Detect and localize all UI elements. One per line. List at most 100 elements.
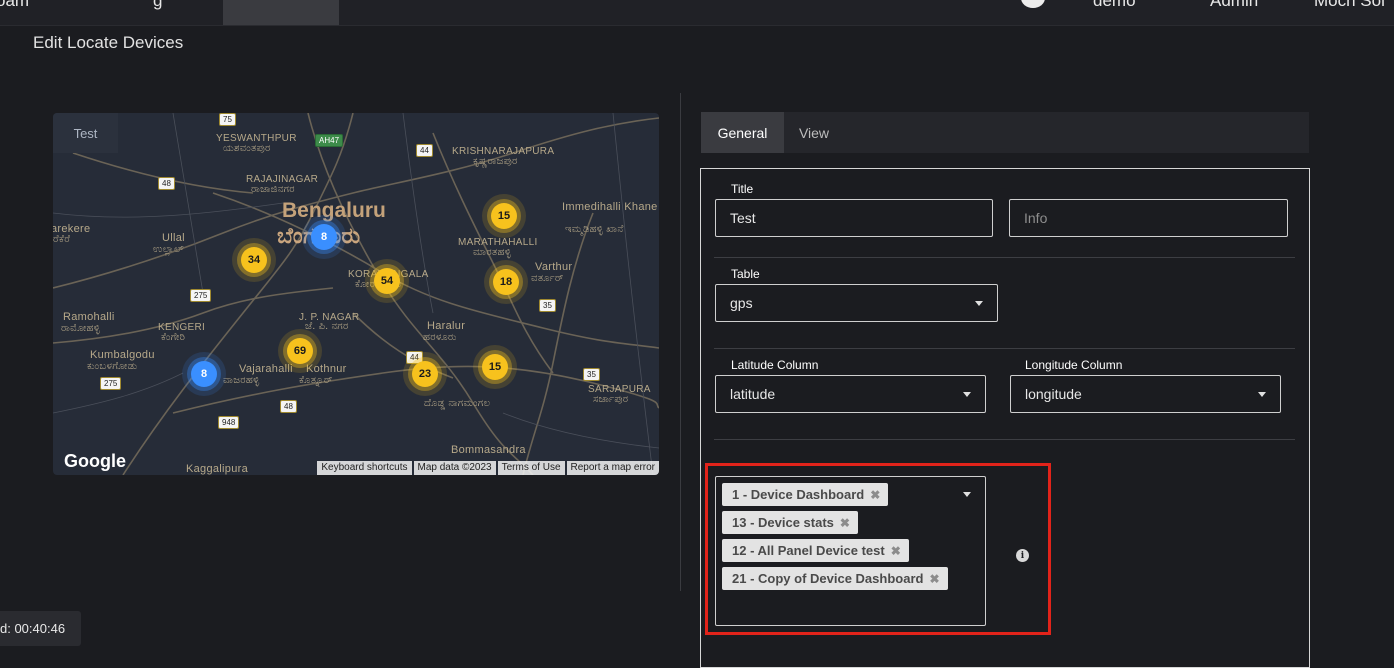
map-place-local: ಸರ್ಜಾಪುರ bbox=[593, 394, 629, 405]
map-place-local: ಕುಂಬಳಗೋಡು bbox=[87, 361, 138, 372]
nav-item-admin[interactable]: Admin bbox=[1210, 0, 1258, 11]
table-value: gps bbox=[730, 295, 753, 311]
device-cluster-marker[interactable]: 69 bbox=[287, 338, 313, 364]
dashboard-chip-label: 21 - Copy of Device Dashboard bbox=[732, 571, 924, 586]
latitude-column-select[interactable]: latitude bbox=[715, 375, 986, 413]
remove-chip-icon[interactable]: ✖ bbox=[891, 544, 901, 558]
top-nav-bar: oam g demo Admin Moch Sol bbox=[0, 0, 1394, 26]
map-place-local: ದೊಡ್ಡ ನಾಗಮಂಗಲ bbox=[424, 398, 491, 409]
tab-view[interactable]: View bbox=[784, 112, 844, 153]
remove-chip-icon[interactable]: ✖ bbox=[929, 572, 939, 586]
editor-tabs: General View bbox=[701, 112, 1309, 153]
info-field[interactable]: Info bbox=[1009, 199, 1288, 237]
title-field[interactable]: Test bbox=[715, 199, 993, 237]
map-place-local: ಕೊತ್ನೂರ್ bbox=[299, 375, 333, 386]
longitude-label: Longitude Column bbox=[1022, 358, 1126, 372]
nav-item-demo[interactable]: demo bbox=[1093, 0, 1136, 11]
section-divider bbox=[714, 348, 1295, 349]
keyboard-shortcuts-link[interactable]: Keyboard shortcuts bbox=[317, 461, 412, 475]
dashboard-chip: 12 - All Panel Device test ✖ bbox=[722, 539, 909, 562]
device-cluster-marker[interactable]: 54 bbox=[374, 268, 400, 294]
terms-of-use-link[interactable]: Terms of Use bbox=[497, 461, 565, 475]
map-attribution: Keyboard shortcuts Map data ©2023 Terms … bbox=[315, 461, 659, 475]
nav-item-user[interactable]: Moch Sol bbox=[1314, 0, 1385, 11]
google-logo: Google bbox=[64, 451, 126, 471]
map-place-local: ಉಲ್ಲಾಲ್ bbox=[153, 244, 185, 255]
dashboard-chip-label: 1 - Device Dashboard bbox=[732, 487, 865, 502]
chevron-down-icon[interactable] bbox=[963, 492, 971, 497]
dashboard-chip-label: 12 - All Panel Device test bbox=[732, 543, 885, 558]
map-place-local: ಕೃಷ್ಣರಾಜಪುರ bbox=[473, 156, 518, 167]
nav-item-middle[interactable]: g bbox=[153, 0, 162, 11]
table-label: Table bbox=[728, 267, 763, 281]
road-shield: 48 bbox=[158, 177, 175, 190]
road-shield: 948 bbox=[218, 416, 240, 429]
longitude-value: longitude bbox=[1025, 386, 1082, 402]
tab-general[interactable]: General bbox=[701, 112, 784, 153]
map-place: Ullal bbox=[162, 232, 185, 244]
map-place: Vajarahalli bbox=[239, 363, 293, 375]
map-tab-test[interactable]: Test bbox=[53, 113, 118, 153]
device-cluster-marker[interactable]: 8 bbox=[311, 224, 337, 250]
dashboard-chip: 21 - Copy of Device Dashboard ✖ bbox=[722, 567, 948, 590]
remove-chip-icon[interactable]: ✖ bbox=[840, 516, 850, 530]
device-cluster-marker[interactable]: 34 bbox=[241, 247, 267, 273]
map-panel[interactable]: Test YESWANTHPUR ಯಶವಂತಪುರ RAJAJINAGAR ರಾ… bbox=[53, 113, 659, 475]
map-place-local: ಹರಳೂರು bbox=[423, 332, 457, 343]
dashboard-chip-label: 13 - Device stats bbox=[732, 515, 834, 530]
device-cluster-marker[interactable]: 15 bbox=[491, 203, 517, 229]
info-icon[interactable]: i bbox=[1016, 549, 1029, 562]
info-placeholder: Info bbox=[1024, 210, 1048, 226]
map-place-local: ವರ್ತೂರ್ bbox=[531, 273, 564, 284]
map-place: Haralur bbox=[427, 320, 466, 332]
map-place: Bommasandra bbox=[451, 444, 526, 456]
road-shield: 75 bbox=[219, 113, 236, 126]
map-place: Kumbalgodu bbox=[90, 349, 155, 361]
chevron-down-icon bbox=[963, 392, 971, 397]
section-divider bbox=[714, 439, 1295, 440]
road-shield: 275 bbox=[190, 289, 212, 302]
map-place: Immedihalli Khane bbox=[562, 201, 658, 213]
map-place-local: ರಾಜಾಜಿನಗರ bbox=[251, 184, 295, 195]
map-place: Kaggalipura bbox=[186, 463, 249, 475]
nav-active-tab[interactable] bbox=[223, 0, 339, 25]
section-divider bbox=[714, 257, 1295, 258]
map-place-local: ರಾಮೋಹಳ್ಳಿ bbox=[61, 323, 101, 334]
road-shield: 275 bbox=[100, 377, 122, 390]
vertical-divider bbox=[680, 93, 681, 591]
road-shield: 44 bbox=[416, 144, 433, 157]
device-cluster-marker[interactable]: 15 bbox=[482, 354, 508, 380]
latitude-label: Latitude Column bbox=[728, 358, 822, 372]
map-place: Kothnur bbox=[306, 363, 347, 375]
nav-item-left[interactable]: oam bbox=[0, 0, 29, 11]
road-shield: AH47 bbox=[315, 134, 344, 147]
device-cluster-marker[interactable]: 8 bbox=[191, 361, 217, 387]
map-place-local: ಯಶವಂತಪುರ bbox=[223, 143, 271, 154]
page-title: Edit Locate Devices bbox=[33, 33, 184, 52]
table-select[interactable]: gps bbox=[715, 284, 998, 322]
road-shield: 48 bbox=[280, 400, 297, 413]
map-place-local: ಇಮ್ಮಡಿಹಳ್ಳಿ ಖಾನೆ bbox=[565, 224, 624, 235]
latitude-value: latitude bbox=[730, 386, 776, 402]
session-timer: d: 00:40:46 bbox=[0, 611, 81, 646]
title-value: Test bbox=[730, 210, 756, 226]
map-data-label: Map data ©2023 bbox=[413, 461, 496, 475]
map-place: Varthur bbox=[535, 261, 573, 273]
dashboard-multiselect[interactable]: 1 - Device Dashboard ✖ 13 - Device stats… bbox=[715, 476, 986, 626]
chevron-down-icon bbox=[1258, 392, 1266, 397]
report-map-error-link[interactable]: Report a map error bbox=[566, 461, 659, 475]
dashboard-chip: 13 - Device stats ✖ bbox=[722, 511, 858, 534]
road-shield: 35 bbox=[583, 368, 600, 381]
device-cluster-marker[interactable]: 23 bbox=[412, 361, 438, 387]
longitude-column-select[interactable]: longitude bbox=[1010, 375, 1281, 413]
map-place-local: ಜೆ. ಪಿ. ನಗರ bbox=[305, 321, 349, 332]
help-icon[interactable] bbox=[1021, 0, 1045, 8]
title-label: Title bbox=[728, 182, 757, 196]
dashboard-chip: 1 - Device Dashboard ✖ bbox=[722, 483, 889, 506]
chevron-down-icon bbox=[975, 301, 983, 306]
device-cluster-marker[interactable]: 18 bbox=[493, 269, 519, 295]
remove-chip-icon[interactable]: ✖ bbox=[870, 488, 880, 502]
map-place-local: ವಾಜರಹಳ್ಳಿ bbox=[223, 375, 260, 386]
map-roads bbox=[53, 113, 659, 475]
road-shield: 35 bbox=[539, 299, 556, 312]
